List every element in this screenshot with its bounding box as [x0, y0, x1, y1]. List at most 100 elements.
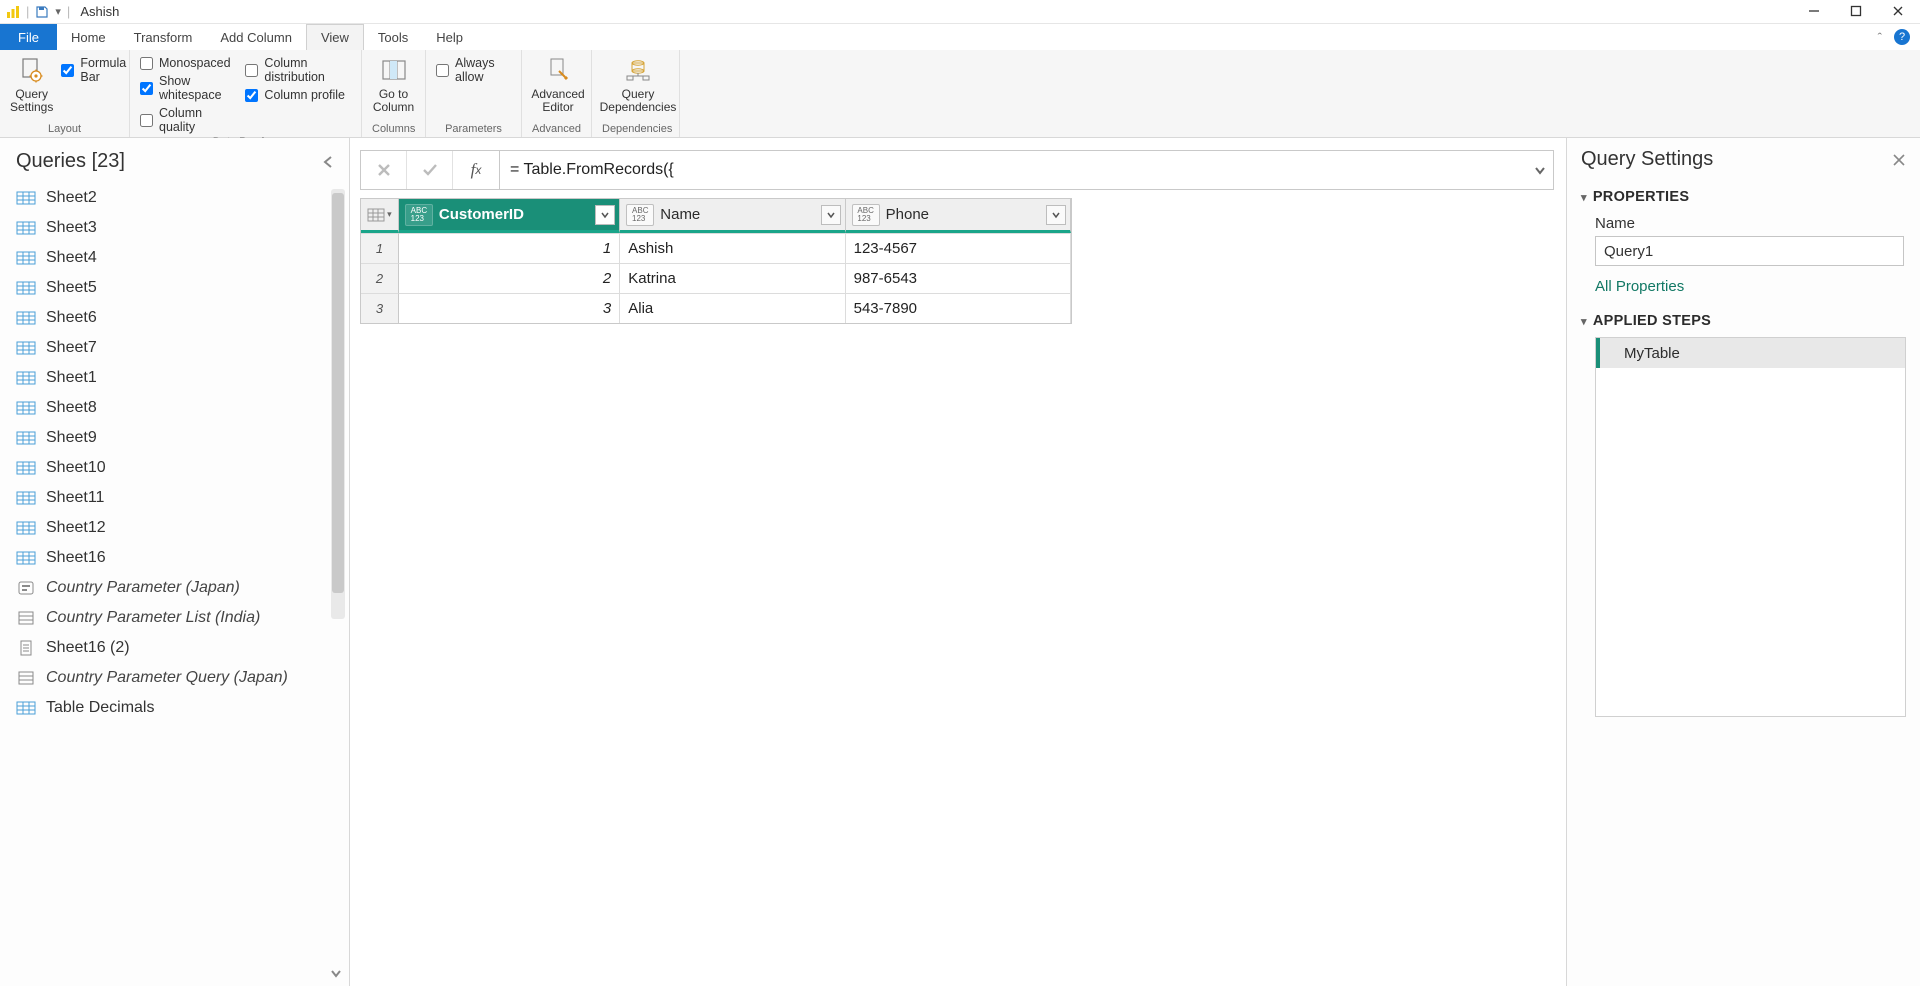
grid-corner-button[interactable]: ▾ [361, 199, 399, 233]
help-icon[interactable]: ? [1894, 29, 1910, 45]
query-item[interactable]: Country Parameter List (India) [0, 603, 349, 633]
all-properties-link[interactable]: All Properties [1595, 278, 1906, 295]
query-item[interactable]: Sheet2 [0, 183, 349, 213]
query-item[interactable]: Sheet8 [0, 393, 349, 423]
goto-column-label: Go to Column [373, 88, 414, 114]
column-header-phone[interactable]: ABC123 Phone [846, 199, 1071, 233]
table-row[interactable]: 33Alia543-7890 [361, 293, 1071, 323]
table-row[interactable]: 11Ashish123-4567 [361, 233, 1071, 263]
query-item[interactable]: Sheet7 [0, 333, 349, 363]
tab-tools[interactable]: Tools [364, 24, 422, 50]
cell-customerid[interactable]: 1 [399, 233, 620, 263]
tab-transform[interactable]: Transform [120, 24, 207, 50]
column-filter-icon[interactable] [595, 205, 615, 225]
queries-scrollbar[interactable] [331, 189, 345, 619]
formula-bar-input[interactable]: = Table.FromRecords({ [500, 150, 1554, 190]
queries-list[interactable]: Sheet2 Sheet3 Sheet4Sheet5Sheet6Sheet7 Shee… [0, 179, 349, 986]
maximize-icon[interactable] [1850, 5, 1864, 19]
applied-step[interactable]: MyTable [1596, 338, 1905, 368]
column-filter-icon[interactable] [1046, 205, 1066, 225]
column-distribution-checkbox[interactable]: Column distribution [245, 56, 351, 84]
query-type-icon [16, 310, 36, 326]
query-type-icon [16, 400, 36, 416]
applied-steps-section[interactable]: ▾APPLIED STEPS [1581, 313, 1906, 329]
query-type-icon [16, 610, 36, 626]
ribbon-group-columns: Columns [372, 121, 415, 135]
tab-home[interactable]: Home [57, 24, 120, 50]
query-type-icon [16, 250, 36, 266]
cancel-formula-button[interactable] [361, 151, 407, 189]
query-item[interactable]: Sheet4 [0, 243, 349, 273]
cell-customerid[interactable]: 3 [399, 293, 620, 323]
tab-view[interactable]: View [306, 24, 364, 50]
query-item[interactable]: Sheet6 [0, 303, 349, 333]
properties-section[interactable]: ▾PROPERTIES [1581, 189, 1906, 205]
tab-help[interactable]: Help [422, 24, 477, 50]
query-label: Sheet1 [46, 369, 97, 387]
column-quality-checkbox[interactable]: Column quality [140, 106, 237, 134]
query-item[interactable]: Sheet12 [0, 513, 349, 543]
query-type-icon [16, 580, 36, 596]
tab-add-column[interactable]: Add Column [206, 24, 306, 50]
query-item[interactable]: Sheet11 [0, 483, 349, 513]
column-filter-icon[interactable] [821, 205, 841, 225]
query-label: Sheet16 [46, 549, 106, 567]
scroll-down-icon[interactable] [329, 966, 343, 980]
table-row[interactable]: 22Katrina987-6543 [361, 263, 1071, 293]
advanced-editor-icon [542, 54, 574, 86]
query-item[interactable]: Sheet16 [0, 543, 349, 573]
app-logo-icon [6, 5, 20, 19]
cell-name[interactable]: Katrina [620, 263, 845, 293]
query-item[interactable]: Table Decimals [0, 693, 349, 723]
query-item[interactable]: Sheet16 (2) [0, 633, 349, 663]
query-label: Sheet8 [46, 399, 97, 417]
query-item[interactable]: Sheet9 [0, 423, 349, 453]
expand-formula-icon[interactable] [1533, 163, 1547, 177]
cell-phone[interactable]: 543-7890 [846, 293, 1071, 323]
column-distribution-label: Column distribution [264, 56, 351, 84]
query-settings-label: Query Settings [10, 88, 53, 114]
fx-button[interactable]: fx [453, 151, 499, 189]
minimize-icon[interactable] [1808, 5, 1822, 19]
query-type-icon [16, 490, 36, 506]
query-label: Sheet3 [46, 219, 97, 237]
always-allow-label: Always allow [455, 56, 511, 84]
cell-customerid[interactable]: 2 [399, 263, 620, 293]
window-title: Ashish [80, 4, 119, 19]
query-item[interactable]: Sheet3 [0, 213, 349, 243]
goto-column-button[interactable]: Go to Column [372, 54, 415, 114]
query-item[interactable]: Sheet5 [0, 273, 349, 303]
cell-phone[interactable]: 123-4567 [846, 233, 1071, 263]
close-settings-icon[interactable] [1892, 153, 1906, 167]
save-icon[interactable] [35, 5, 49, 19]
monospaced-checkbox[interactable]: Monospaced [140, 56, 237, 70]
column-name: CustomerID [439, 206, 595, 223]
query-name-input[interactable] [1595, 236, 1904, 266]
cell-name[interactable]: Ashish [620, 233, 845, 263]
column-profile-label: Column profile [264, 88, 345, 102]
always-allow-checkbox[interactable]: Always allow [436, 56, 511, 84]
data-grid[interactable]: ▾ ABC123 CustomerID ABC123 Name ABC123 P… [360, 198, 1072, 324]
column-header-name[interactable]: ABC123 Name [620, 199, 845, 233]
query-label: Table Decimals [46, 699, 154, 717]
query-dependencies-button[interactable]: Query Dependencies [602, 54, 674, 114]
query-item[interactable]: Country Parameter (Japan) [0, 573, 349, 603]
show-whitespace-checkbox[interactable]: Show whitespace [140, 74, 237, 102]
query-item[interactable]: Country Parameter Query (Japan) [0, 663, 349, 693]
ribbon-collapse-icon[interactable]: ˆ [1878, 30, 1882, 45]
column-header-customerid[interactable]: ABC123 CustomerID [399, 199, 620, 233]
commit-formula-button[interactable] [407, 151, 453, 189]
close-icon[interactable] [1892, 5, 1906, 19]
editor-area: fx = Table.FromRecords({ ▾ ABC123 Custom… [350, 138, 1566, 986]
query-settings-button[interactable]: Query Settings [10, 54, 53, 114]
collapse-queries-icon[interactable] [321, 155, 335, 169]
formula-bar-checkbox[interactable]: Formula Bar [61, 56, 126, 84]
advanced-editor-button[interactable]: Advanced Editor [532, 54, 584, 114]
tab-file[interactable]: File [0, 24, 57, 50]
query-item[interactable]: Sheet10 [0, 453, 349, 483]
query-label: Sheet9 [46, 429, 97, 447]
column-profile-checkbox[interactable]: Column profile [245, 88, 351, 102]
cell-name[interactable]: Alia [620, 293, 845, 323]
cell-phone[interactable]: 987-6543 [846, 263, 1071, 293]
query-item[interactable]: Sheet1 [0, 363, 349, 393]
